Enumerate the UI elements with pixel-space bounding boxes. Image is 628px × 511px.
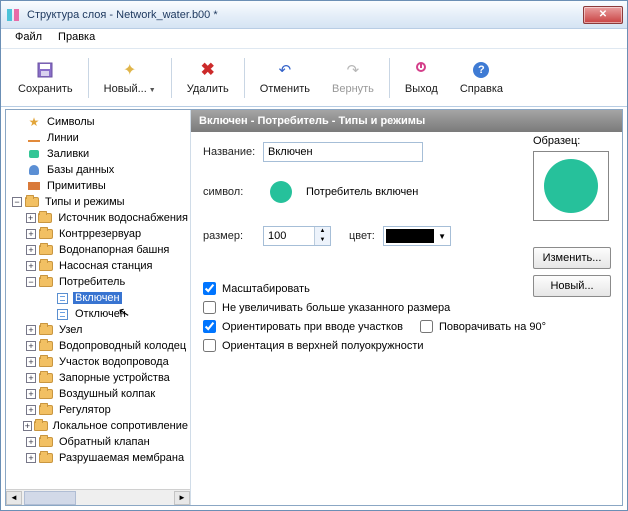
tree-item[interactable]: +Водопроводный колодец: [6, 338, 190, 354]
window-title: Структура слоя - Network_water.b00 *: [27, 9, 583, 21]
help-button[interactable]: ? Справка: [449, 55, 514, 100]
tree-item-on[interactable]: Включен: [6, 290, 190, 306]
tree-item[interactable]: +Запорные устройства: [6, 370, 190, 386]
symbol-value: Потребитель включен: [306, 186, 418, 198]
expand-icon[interactable]: +: [26, 213, 36, 223]
tree[interactable]: ★Символы Линии Заливки Базы данных Прими…: [6, 110, 190, 489]
tree-item-lines[interactable]: Линии: [6, 130, 190, 146]
save-button[interactable]: Сохранить: [7, 55, 84, 100]
collapse-icon[interactable]: −: [12, 197, 22, 207]
undo-button[interactable]: ↶ Отменить: [249, 55, 321, 100]
collapse-icon[interactable]: −: [26, 277, 36, 287]
app-window: Структура слоя - Network_water.b00 * ✕ Ф…: [0, 0, 628, 511]
expand-icon[interactable]: +: [26, 453, 36, 463]
tree-item-symbols[interactable]: ★Символы: [6, 114, 190, 130]
chk-rot90[interactable]: Поворачивать на 90°: [420, 320, 546, 333]
expand-icon[interactable]: +: [26, 405, 36, 415]
expand-icon[interactable]: +: [26, 245, 36, 255]
chk-upper[interactable]: Ориентация в верхней полуокружности: [203, 339, 610, 352]
button-group: Изменить... Новый...: [533, 247, 611, 303]
chevron-down-icon: ▼: [436, 232, 448, 241]
scroll-thumb[interactable]: [24, 491, 76, 505]
symbol-label: символ:: [203, 186, 263, 198]
delete-icon: ✖: [198, 60, 218, 80]
panel-header: Включен - Потребитель - Типы и режимы: [191, 110, 622, 132]
sample-frame: [533, 151, 609, 221]
tree-item[interactable]: +Узел: [6, 322, 190, 338]
sparkle-icon: ✦: [120, 60, 140, 80]
color-picker[interactable]: ▼: [383, 226, 451, 246]
new-button[interactable]: ✦ Новый...▼: [93, 55, 167, 100]
exit-icon: [411, 60, 431, 80]
expand-icon[interactable]: +: [26, 357, 36, 367]
h-scrollbar[interactable]: ◄ ►: [6, 489, 190, 505]
chk-orient[interactable]: Ориентировать при вводе участков: [203, 320, 403, 333]
sample-circle-icon: [544, 159, 598, 213]
save-icon: [35, 60, 55, 80]
help-icon: ?: [471, 60, 491, 80]
symbol-preview-icon: [270, 181, 292, 203]
tree-item[interactable]: +Источник водоснабжения: [6, 210, 190, 226]
name-input[interactable]: [263, 142, 423, 162]
titlebar: Структура слоя - Network_water.b00 * ✕: [1, 1, 627, 29]
tree-item[interactable]: +Воздушный колпак: [6, 386, 190, 402]
tree-item[interactable]: +Разрушаемая мембрана: [6, 450, 190, 466]
tree-item[interactable]: +Обратный клапан: [6, 434, 190, 450]
tree-item-db[interactable]: Базы данных: [6, 162, 190, 178]
tree-item[interactable]: +Насосная станция: [6, 258, 190, 274]
delete-button[interactable]: ✖ Удалить: [176, 55, 240, 100]
color-swatch: [386, 229, 434, 243]
size-stepper[interactable]: ▲▼: [263, 226, 331, 246]
scroll-left-icon[interactable]: ◄: [6, 491, 22, 505]
expand-icon[interactable]: +: [23, 421, 31, 431]
scroll-right-icon[interactable]: ►: [174, 491, 190, 505]
expand-icon[interactable]: +: [26, 341, 36, 351]
undo-icon: ↶: [275, 60, 295, 80]
app-icon: [5, 7, 21, 23]
tree-item[interactable]: +Регулятор: [6, 402, 190, 418]
change-button[interactable]: Изменить...: [533, 247, 611, 269]
spin-up-icon[interactable]: ▲: [314, 227, 330, 236]
expand-icon[interactable]: +: [26, 261, 36, 271]
tree-item-off[interactable]: Отключен: [6, 306, 190, 322]
expand-icon[interactable]: +: [26, 229, 36, 239]
sample-box: Образец:: [533, 135, 611, 221]
tree-item[interactable]: +Участок водопровода: [6, 354, 190, 370]
tree-item[interactable]: +Водонапорная башня: [6, 242, 190, 258]
redo-button[interactable]: ↷ Вернуть: [321, 55, 385, 100]
tree-item-prims[interactable]: Примитивы: [6, 178, 190, 194]
sample-label: Образец:: [533, 135, 611, 147]
tree-item-consumer[interactable]: −Потребитель: [6, 274, 190, 290]
exit-button[interactable]: Выход: [394, 55, 449, 100]
menu-edit[interactable]: Правка: [50, 29, 103, 48]
expand-icon[interactable]: +: [26, 389, 36, 399]
tree-item[interactable]: +Контррезервуар: [6, 226, 190, 242]
name-label: Название:: [203, 146, 263, 158]
menubar: Файл Правка: [1, 29, 627, 49]
tree-item-fills[interactable]: Заливки: [6, 146, 190, 162]
tree-item[interactable]: +Локальное сопротивление: [6, 418, 190, 434]
expand-icon[interactable]: +: [26, 325, 36, 335]
expand-icon[interactable]: +: [26, 373, 36, 383]
menu-file[interactable]: Файл: [7, 29, 50, 48]
size-input[interactable]: [264, 227, 314, 245]
tree-panel: ★Символы Линии Заливки Базы данных Прими…: [6, 110, 191, 505]
color-label: цвет:: [349, 230, 383, 242]
spin-down-icon[interactable]: ▼: [314, 236, 330, 245]
close-button[interactable]: ✕: [583, 6, 623, 24]
new-symbol-button[interactable]: Новый...: [533, 275, 611, 297]
content-area: ★Символы Линии Заливки Базы данных Прими…: [5, 109, 623, 506]
size-label: размер:: [203, 230, 263, 242]
tree-item-types[interactable]: −Типы и режимы: [6, 194, 190, 210]
expand-icon[interactable]: +: [26, 437, 36, 447]
toolbar: Сохранить ✦ Новый...▼ ✖ Удалить ↶ Отмени…: [1, 49, 627, 107]
redo-icon: ↷: [343, 60, 363, 80]
